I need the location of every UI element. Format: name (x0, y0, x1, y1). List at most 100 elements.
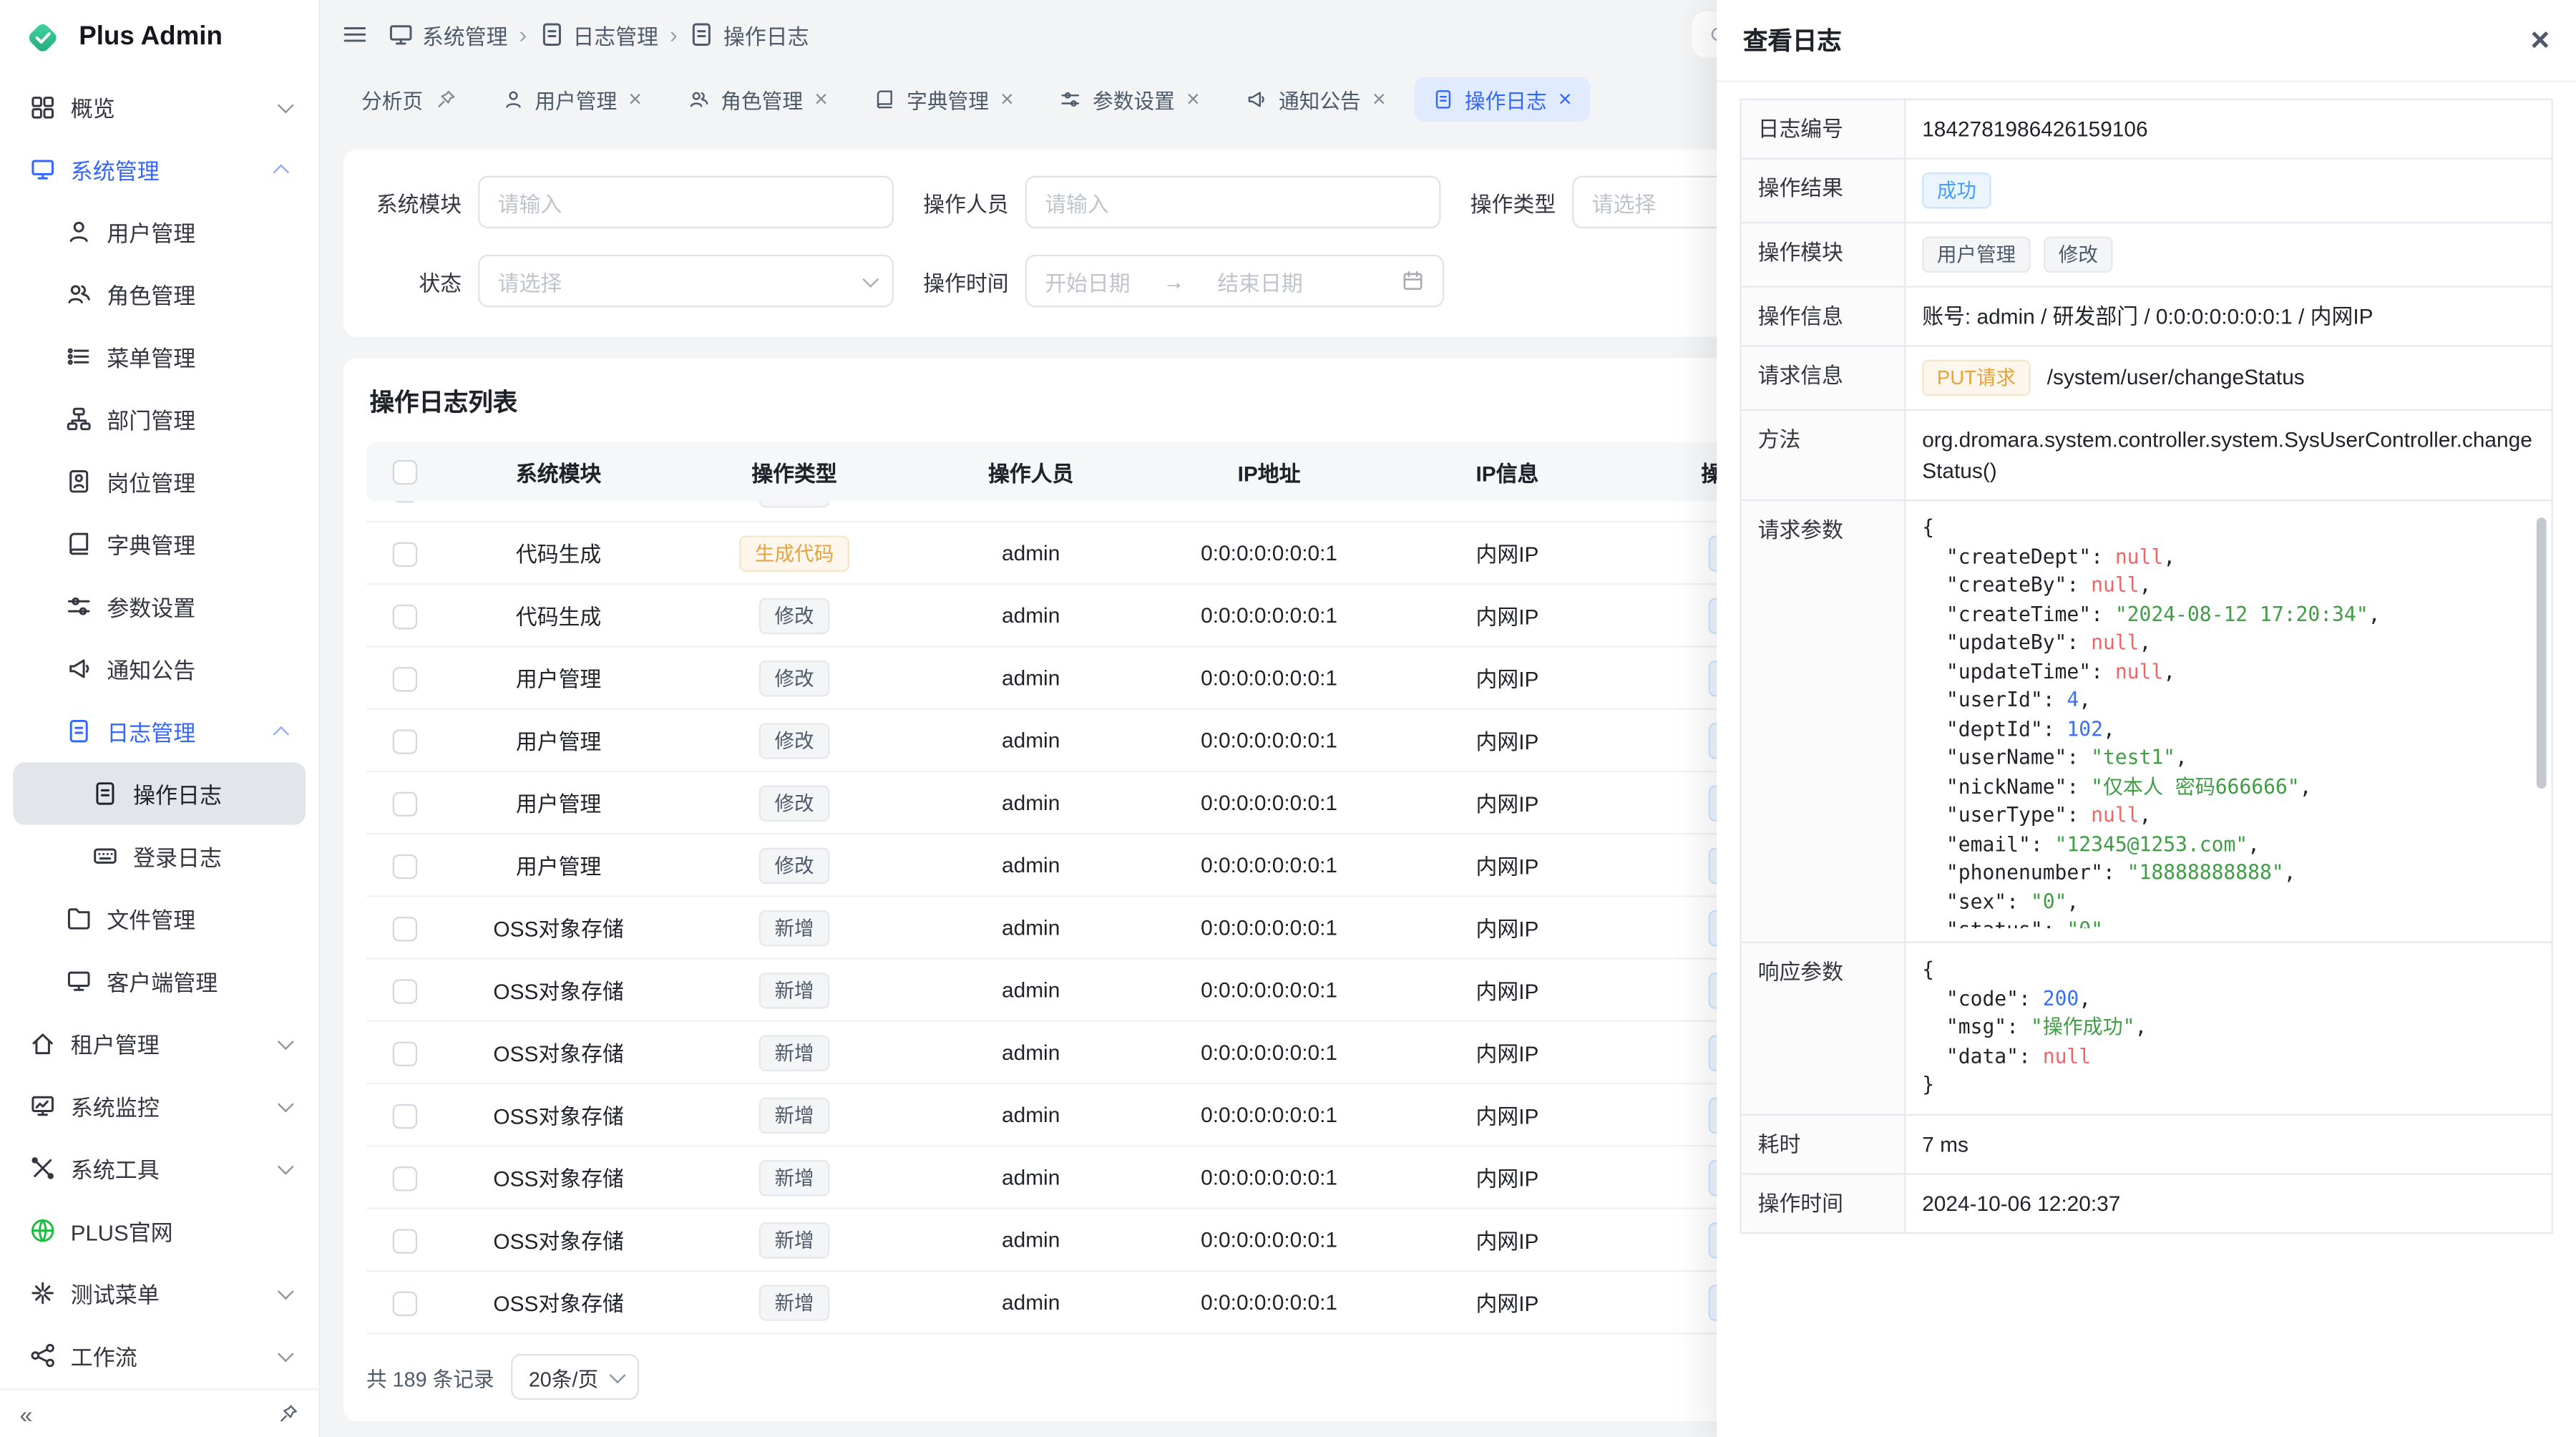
module-badge: 修改 (2044, 237, 2112, 273)
detail-label: 操作时间 (1741, 1173, 1906, 1232)
sidebar-item-tenant-management[interactable]: 租户管理 (13, 1012, 306, 1074)
monitor-icon (388, 21, 414, 48)
breadcrumb-item-operation-log[interactable]: 操作日志 (689, 19, 809, 50)
sidebar-item-post-management[interactable]: 岗位管理 (13, 450, 306, 512)
date-range-input[interactable]: 开始日期→结束日期 (1025, 255, 1444, 307)
operation-type-tag: 修改 (760, 722, 829, 759)
doc-icon (538, 21, 565, 48)
ip-cell: 0:0:0:0:0:0:0:1 (1148, 834, 1390, 896)
placeholder: 请选择 (1592, 187, 1657, 218)
system-module-input[interactable]: 请输入 (478, 176, 894, 228)
operator-input[interactable]: 请输入 (1025, 176, 1441, 228)
user-icon (502, 88, 523, 109)
sidebar-item-test-menu[interactable]: 测试菜单 (13, 1262, 306, 1324)
chevron-down-icon (278, 1033, 294, 1049)
result-badge: 成功 (1922, 172, 1991, 209)
sidebar-item-system-management[interactable]: 系统管理 (13, 138, 306, 200)
sidebar-item-user-management[interactable]: 用户管理 (13, 200, 306, 263)
select-all-checkbox[interactable] (392, 460, 416, 484)
breadcrumb-item-log-management[interactable]: 日志管理 (538, 19, 658, 50)
row-checkbox[interactable] (392, 542, 416, 566)
row-checkbox[interactable] (392, 1166, 416, 1190)
log-detail-table: 日志编号1842781986426159106操作结果成功操作模块用户管理修改操… (1740, 99, 2552, 1233)
page-size-select[interactable]: 20条/页 (511, 1354, 640, 1400)
sidebar-item-label: 角色管理 (107, 278, 289, 311)
tab-analysis[interactable]: 分析页 (343, 77, 474, 121)
tab-param-settings[interactable]: 参数设置× (1042, 77, 1218, 121)
ip-cell: 0:0:0:0:0:0:0:1 (1148, 1271, 1390, 1333)
sidebar-item-param-settings[interactable]: 参数设置 (13, 575, 306, 638)
sidebar-item-notice[interactable]: 通知公告 (13, 638, 306, 700)
tab-dict-management[interactable]: 字典管理× (856, 77, 1032, 121)
sidebar-item-login-log[interactable]: 登录日志 (13, 825, 306, 887)
ip-cell: 0:0:0:0:0:0:0:1 (1148, 646, 1390, 708)
sidebar-item-log-management[interactable]: 日志管理 (13, 700, 306, 762)
row-checkbox[interactable] (392, 1041, 416, 1066)
sidebar-item-workflow[interactable]: 工作流 (13, 1324, 306, 1386)
scrollbar-thumb[interactable] (2537, 517, 2547, 789)
module-cell: 用户管理 (442, 834, 675, 896)
close-tab-icon[interactable]: × (1000, 87, 1014, 110)
placeholder: 请选择 (498, 266, 562, 297)
detail-value-response-params: { "code": 200, "msg": "操作成功", "data": nu… (1905, 942, 2552, 1114)
type-cell: 新增 (675, 1271, 914, 1333)
row-checkbox[interactable] (392, 854, 416, 878)
close-tab-icon[interactable]: × (814, 87, 828, 110)
tab-label: 操作日志 (1465, 83, 1547, 115)
sidebar-item-menu-management[interactable]: 菜单管理 (13, 326, 306, 388)
sidebar-item-system-tools[interactable]: 系统工具 (13, 1137, 306, 1199)
detail-row-duration: 耗时7 ms (1741, 1114, 2552, 1174)
sidebar-item-label: 参数设置 (107, 590, 289, 623)
row-checkbox[interactable] (392, 791, 416, 816)
sidebar-item-system-monitor[interactable]: 系统监控 (13, 1075, 306, 1137)
breadcrumb-separator: › (519, 21, 527, 48)
tab-operation-log[interactable]: 操作日志 × (1414, 77, 1590, 121)
sidebar-item-role-management[interactable]: 角色管理 (13, 263, 306, 325)
tab-notice[interactable]: 通知公告× (1228, 77, 1404, 121)
close-icon[interactable]: × (2530, 24, 2550, 57)
sidebar-item-overview[interactable]: 概览 (13, 76, 306, 138)
row-checkbox[interactable] (392, 916, 416, 940)
row-checkbox[interactable] (392, 604, 416, 628)
request-params-code-block[interactable]: { "createDept": null, "createBy": null, … (1922, 515, 2534, 929)
operator-cell: admin (914, 522, 1148, 584)
row-checkbox[interactable] (392, 1291, 416, 1315)
chevron-down-icon (278, 1345, 294, 1362)
sidebar-item-client-management[interactable]: 客户端管理 (13, 950, 306, 1012)
sidebar-item-dept-management[interactable]: 部门管理 (13, 388, 306, 450)
row-checkbox[interactable] (392, 501, 416, 502)
tab-role-management[interactable]: 角色管理 × (670, 77, 846, 121)
close-tab-icon[interactable]: × (1186, 87, 1200, 110)
close-tab-icon[interactable]: × (1372, 87, 1386, 110)
sidebar-item-file-management[interactable]: 文件管理 (13, 887, 306, 950)
row-checkbox[interactable] (392, 1104, 416, 1128)
status-input[interactable]: 请选择 (478, 255, 894, 307)
app-logo[interactable]: Plus Admin (0, 0, 318, 76)
row-checkbox[interactable] (392, 666, 416, 691)
sidebar-item-plus-website[interactable]: PLUS官网 (13, 1199, 306, 1262)
operation-type-tag: 新增 (760, 910, 829, 946)
breadcrumb-item-system-management[interactable]: 系统管理 (388, 19, 508, 50)
response-params-code-block[interactable]: { "code": 200, "msg": "操作成功", "data": nu… (1922, 956, 2534, 1100)
row-checkbox[interactable] (392, 729, 416, 753)
pin-sidebar-icon[interactable] (278, 1403, 299, 1425)
tab-user-management[interactable]: 用户管理× (484, 77, 660, 121)
tab-label: 角色管理 (721, 83, 803, 115)
collapse-sidebar-button[interactable]: « (20, 1401, 33, 1427)
close-tab-icon[interactable]: × (1558, 87, 1572, 110)
placeholder: 请输入 (1045, 187, 1109, 218)
ip-cell: 0:0:0:0:0:0:0:1 (1148, 709, 1390, 771)
row-checkbox[interactable] (392, 1228, 416, 1252)
sidebar-item-operation-log[interactable]: 操作日志 (13, 762, 306, 824)
close-tab-icon[interactable]: × (628, 87, 642, 110)
type-cell: 修改 (675, 646, 914, 708)
row-checkbox[interactable] (392, 978, 416, 1003)
detail-label: 方法 (1741, 410, 1906, 500)
breadcrumb-label: 日志管理 (573, 19, 658, 50)
filter-label: 操作类型 (1460, 187, 1572, 218)
sidebar-item-dict-management[interactable]: 字典管理 (13, 512, 306, 575)
detail-value-duration: 7 ms (1905, 1114, 2552, 1174)
type-cell: 新增 (675, 1083, 914, 1146)
menu-toggle-icon[interactable] (342, 21, 369, 48)
sidebar-footer: « (0, 1388, 318, 1437)
